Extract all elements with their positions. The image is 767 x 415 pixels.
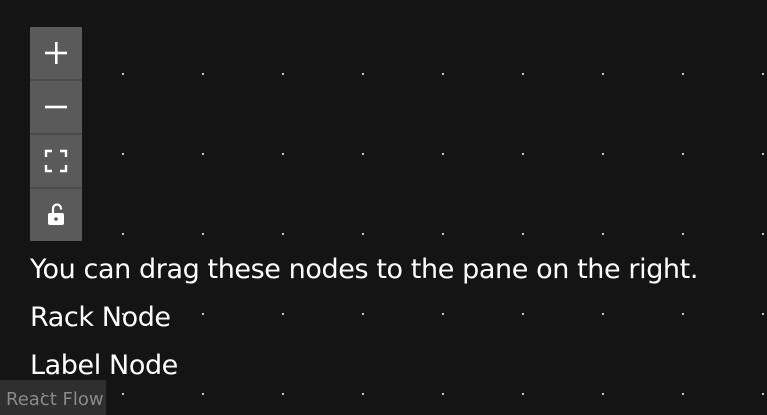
draggable-rack-node[interactable]: Rack Node bbox=[30, 294, 698, 342]
toggle-interactivity-button[interactable] bbox=[30, 189, 82, 241]
draggable-label-node[interactable]: Label Node bbox=[30, 342, 698, 390]
minus-icon bbox=[45, 105, 67, 109]
sidebar-description: You can drag these nodes to the pane on … bbox=[30, 254, 699, 285]
plus-icon bbox=[45, 42, 67, 64]
fit-view-icon bbox=[44, 149, 68, 173]
node-palette-sidebar: You can drag these nodes to the pane on … bbox=[30, 246, 698, 390]
zoom-in-button[interactable] bbox=[30, 27, 82, 81]
flow-controls bbox=[30, 27, 82, 241]
fit-view-button[interactable] bbox=[30, 135, 82, 189]
unlock-icon bbox=[48, 203, 64, 225]
zoom-out-button[interactable] bbox=[30, 81, 82, 135]
react-flow-attribution-link[interactable]: React Flow bbox=[0, 380, 106, 415]
